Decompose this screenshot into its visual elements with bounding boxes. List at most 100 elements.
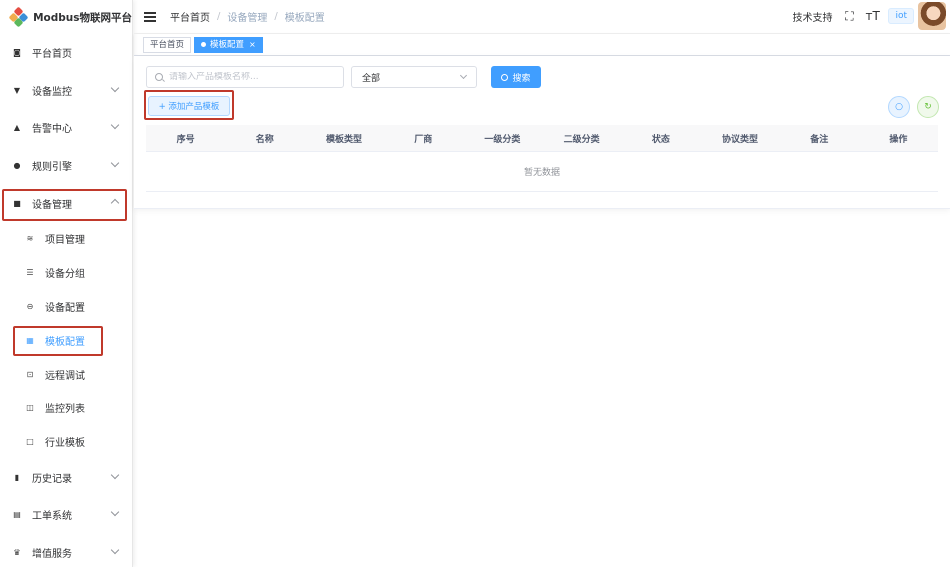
tags-view: 平台首页 模板配置 × (134, 34, 950, 56)
sidebar: Modbus物联网平台 ◙ 平台首页 ▼ 设备监控 ▲ 告警中心 ● 规则引擎 … (0, 0, 133, 567)
select-value: 全部 (362, 73, 381, 84)
user-tag[interactable]: iot (888, 8, 914, 24)
toggle-search-icon[interactable]: ○ (888, 96, 910, 118)
col-actions: 操作 (889, 134, 908, 145)
chevron-down-icon (110, 545, 120, 554)
table-header: 序号 名称 模板类型 厂商 一级分类 二级分类 状态 协议类型 备注 操作 (146, 125, 938, 152)
col-template-type: 模板类型 (326, 134, 363, 145)
sidebar-item-alarm-center[interactable]: ▲ 告警中心 (0, 109, 132, 147)
sidebar-subitem-remote-debug[interactable]: ⊡ 远程调试 (0, 357, 132, 391)
sidebar-subitem-label: 项目管理 (45, 235, 85, 247)
search-input[interactable] (146, 66, 344, 88)
sidebar-item-label: 平台首页 (32, 49, 72, 61)
col-remark: 备注 (810, 134, 829, 145)
col-protocol: 协议类型 (722, 134, 759, 145)
sidebar-subitem-device-group[interactable]: ☰ 设备分组 (0, 256, 132, 290)
remote-debug-icon: ⊡ (26, 369, 34, 379)
active-dot-icon (201, 42, 207, 47)
col-category-2: 二级分类 (563, 134, 600, 145)
config-icon: ⊖ (26, 301, 34, 311)
chevron-down-icon (110, 158, 120, 168)
sidebar-subitem-device-config[interactable]: ⊖ 设备配置 (0, 290, 132, 324)
history-icon: ▮ (14, 472, 20, 482)
sidebar-subitem-project[interactable]: ≋ 项目管理 (0, 222, 132, 256)
sidebar-item-dashboard[interactable]: ◙ 平台首页 (0, 34, 132, 72)
tag-home[interactable]: 平台首页 (143, 36, 192, 53)
chevron-down-icon (110, 470, 120, 479)
group-icon: ☰ (26, 268, 34, 278)
industry-template-icon: □ (26, 437, 34, 447)
sidebar-subitem-label: 设备配置 (45, 302, 85, 314)
sidebar-item-rule-engine[interactable]: ● 规则引擎 (0, 147, 132, 185)
sidebar-item-device-management[interactable]: ■ 设备管理 (0, 184, 132, 222)
tag-template-config[interactable]: 模板配置 × (194, 36, 263, 53)
sidebar-item-workorder[interactable]: ▤ 工单系统 (0, 496, 132, 534)
app-title: Modbus物联网平台 (33, 11, 132, 24)
template-name-input[interactable] (169, 72, 339, 82)
sidebar-item-label: 历史记录 (32, 473, 72, 485)
sidebar-item-label: 设备监控 (32, 86, 72, 98)
chevron-down-icon (459, 71, 468, 80)
rule-engine-icon: ● (13, 161, 21, 171)
sidebar-item-history[interactable]: ▮ 历史记录 (0, 459, 132, 497)
empty-text: 暂无数据 (146, 152, 938, 192)
font-size-icon[interactable]: тT (865, 9, 879, 23)
chevron-up-icon (110, 199, 120, 208)
navbar: 平台首页 / 设备管理 / 模板配置 技术支持 ⛶ тT iot (134, 0, 950, 34)
col-status: 状态 (651, 134, 670, 145)
sidebar-subitem-label: 模板配置 (45, 336, 85, 348)
sidebar-subitem-label: 设备分组 (45, 269, 85, 281)
crown-icon: ♛ (13, 548, 21, 558)
layers-icon: ≋ (26, 234, 34, 244)
refresh-icon[interactable]: ↻ (917, 96, 939, 118)
chevron-down-icon (110, 507, 120, 517)
hamburger-icon[interactable] (144, 10, 156, 24)
template-table: 序号 名称 模板类型 厂商 一级分类 二级分类 状态 协议类型 备注 操作 暂无… (146, 125, 938, 192)
col-index: 序号 (176, 134, 195, 145)
sidebar-subitem-label: 行业模板 (45, 438, 85, 450)
template-icon: ▦ (26, 335, 34, 345)
workorder-icon: ▤ (13, 510, 21, 520)
breadcrumb-home[interactable]: 平台首页 (170, 9, 210, 24)
sidebar-item-device-monitor[interactable]: ▼ 设备监控 (0, 72, 132, 110)
sidebar-subitem-label: 远程调试 (45, 370, 85, 382)
sidebar-item-label: 设备管理 (32, 199, 72, 211)
col-vendor: 厂商 (414, 134, 433, 145)
add-product-template-button[interactable]: + 添加产品模板 (148, 96, 230, 116)
breadcrumb-template-config: 模板配置 (284, 13, 325, 24)
logo-icon (8, 6, 29, 28)
sidebar-item-label: 工单系统 (32, 511, 72, 523)
chevron-down-icon (110, 120, 120, 130)
sidebar-subitem-template-config[interactable]: ▦ 模板配置 (0, 323, 132, 357)
logo: Modbus物联网平台 (0, 0, 132, 34)
sidebar-menu: ◙ 平台首页 ▼ 设备监控 ▲ 告警中心 ● 规则引擎 ■ 设备管理 ≋ 项目管… (0, 34, 132, 567)
tech-support-link[interactable]: 技术支持 (792, 9, 832, 24)
close-icon[interactable]: × (249, 38, 256, 52)
tag-label: 平台首页 (150, 39, 185, 50)
monitor-icon: ▼ (13, 85, 21, 95)
sidebar-item-label: 增值服务 (32, 549, 72, 561)
breadcrumb-device-management: 设备管理 (227, 13, 268, 24)
sidebar-subitem-monitor-list[interactable]: ◫ 监控列表 (0, 391, 132, 425)
search-icon (155, 73, 163, 81)
search-button-label: 搜索 (512, 73, 531, 84)
breadcrumb: 平台首页 / 设备管理 / 模板配置 (170, 9, 325, 24)
video-icon: ◫ (26, 403, 34, 413)
dashboard-icon: ◙ (13, 48, 21, 58)
header-right: 技术支持 ⛶ тT iot (792, 2, 946, 30)
col-category-1: 一级分类 (484, 134, 521, 145)
sidebar-subitem-industry-template[interactable]: □ 行业模板 (0, 425, 132, 459)
search-button[interactable]: 搜索 (491, 66, 541, 88)
device-manage-icon: ■ (13, 198, 21, 208)
avatar[interactable] (918, 2, 946, 30)
col-name: 名称 (255, 134, 274, 145)
sidebar-item-value-added[interactable]: ♛ 增值服务 (0, 534, 132, 567)
tag-label: 模板配置 (210, 39, 245, 50)
main-panel: 全部 搜索 + 添加产品模板 ○ ↻ 序号 名称 模板类型 厂商 一级分类 二级… (134, 56, 950, 209)
type-select[interactable]: 全部 (351, 66, 477, 88)
chevron-down-icon (110, 83, 120, 92)
sidebar-subitem-label: 监控列表 (45, 404, 85, 416)
search-icon (501, 73, 509, 81)
fullscreen-icon[interactable]: ⛶ (842, 9, 856, 24)
sidebar-item-label: 规则引擎 (32, 162, 72, 174)
